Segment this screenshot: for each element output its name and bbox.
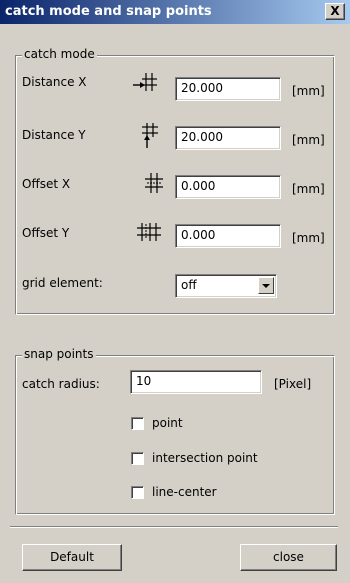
grid-element-label: grid element: — [22, 276, 103, 290]
line-center-label[interactable]: line-center — [152, 485, 217, 499]
close-button[interactable]: close — [240, 544, 337, 571]
offset-x-icon — [145, 173, 163, 193]
distance-x-unit: [mm] — [292, 84, 325, 98]
catch-radius-input[interactable]: 10 — [130, 370, 262, 394]
offset-y-input[interactable]: 0.000 — [175, 224, 281, 248]
window-title: catch mode and snap points — [5, 4, 212, 19]
close-window-button[interactable]: X — [325, 3, 345, 20]
offset-y-label: Offset Y — [22, 226, 70, 240]
offset-y-icon — [137, 223, 161, 241]
distance-y-unit: [mm] — [292, 133, 325, 147]
catch-radius-unit: [Pixel] — [274, 377, 312, 391]
distance-x-input[interactable]: 20.000 — [175, 77, 281, 101]
point-label[interactable]: point — [152, 416, 183, 430]
distance-x-icon — [133, 73, 157, 91]
chevron-down-icon[interactable] — [258, 277, 274, 294]
grid-element-value: off — [181, 278, 197, 292]
offset-y-unit: [mm] — [292, 231, 325, 245]
offset-x-unit: [mm] — [292, 182, 325, 196]
default-button[interactable]: Default — [22, 544, 122, 571]
intersection-point-label[interactable]: intersection point — [152, 451, 258, 465]
catch-radius-label: catch radius: — [22, 377, 100, 391]
bottom-separator — [10, 526, 338, 528]
distance-y-icon — [142, 123, 158, 148]
point-checkbox[interactable] — [131, 417, 144, 430]
snap-points-legend: snap points — [22, 347, 96, 361]
intersection-point-checkbox[interactable] — [131, 452, 144, 465]
title-bar[interactable]: catch mode and snap points X — [0, 0, 350, 24]
offset-x-label: Offset X — [22, 177, 71, 191]
line-center-checkbox[interactable] — [131, 486, 144, 499]
distance-y-input[interactable]: 20.000 — [175, 126, 281, 150]
offset-x-input[interactable]: 0.000 — [175, 175, 281, 199]
distance-x-label: Distance X — [22, 75, 87, 89]
catch-mode-legend: catch mode — [22, 47, 97, 61]
grid-element-select[interactable]: off — [175, 274, 277, 298]
distance-y-label: Distance Y — [22, 128, 86, 142]
